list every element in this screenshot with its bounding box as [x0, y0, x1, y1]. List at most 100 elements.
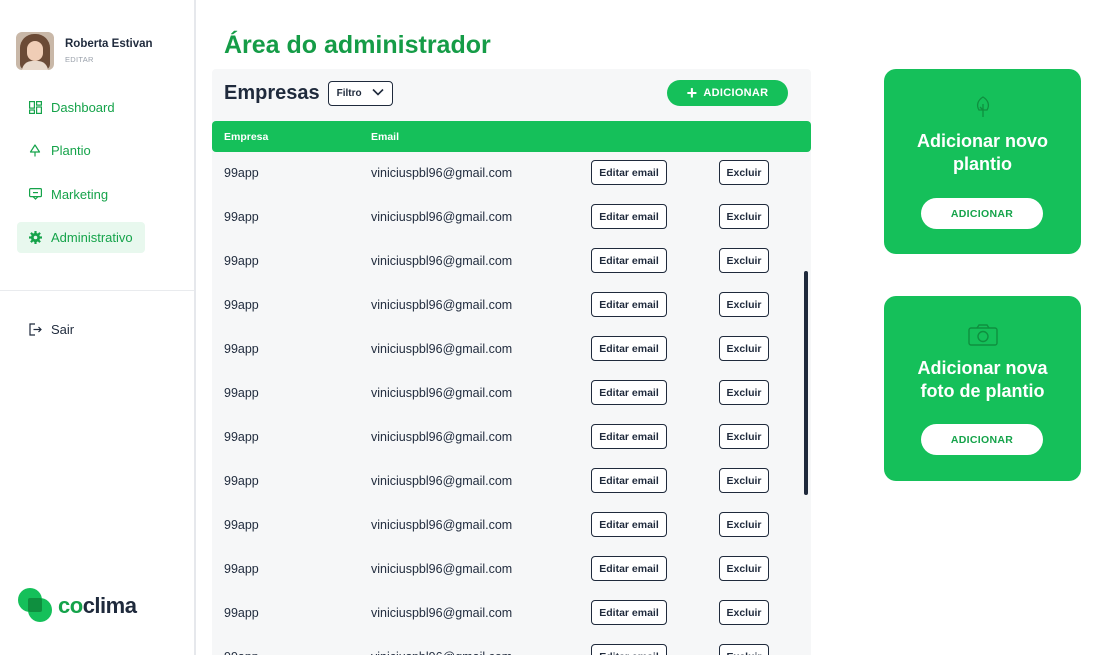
camera-icon	[967, 324, 998, 351]
sidebar: Roberta Estivan EDITAR Dashboard Plantio…	[0, 0, 196, 655]
sidebar-item-administrativo[interactable]: Administrativo	[17, 222, 145, 254]
cell-company: 99app	[224, 562, 259, 576]
table-body: 99app viniciuspbl96@gmail.com Editar email…	[212, 152, 811, 655]
edit-email-button[interactable]: Editar email	[591, 556, 667, 581]
table-row: 99app viniciuspbl96@gmail.com Editar email…	[212, 504, 811, 548]
edit-email-button[interactable]: Editar email	[591, 292, 667, 317]
cell-company: 99app	[224, 518, 259, 532]
sidebar-nav: Dashboard Plantio Marketing Administrati…	[17, 92, 145, 266]
gear-icon	[28, 231, 42, 245]
cell-company: 99app	[224, 210, 259, 224]
cell-email: viniciuspbl96@gmail.com	[371, 342, 513, 356]
card-title-line1: Adicionar novo	[916, 131, 1048, 151]
delete-button[interactable]: Excluir	[719, 380, 769, 405]
edit-email-button[interactable]: Editar email	[591, 336, 667, 361]
delete-button[interactable]: Excluir	[719, 336, 769, 361]
logout-label: Sair	[51, 322, 75, 337]
sidebar-item-label: Plantio	[51, 143, 91, 159]
delete-button[interactable]: Excluir	[719, 424, 769, 449]
add-company-button[interactable]: + ADICIONAR	[667, 80, 788, 106]
column-header-email: Email	[371, 131, 400, 143]
page-title: Área do administrador	[224, 31, 491, 59]
coclima-logo: coclima	[18, 588, 137, 624]
table-row: 99app viniciuspbl96@gmail.com Editar email…	[212, 548, 811, 592]
plus-icon: +	[686, 83, 698, 103]
sidebar-item-plantio[interactable]: Plantio	[17, 135, 145, 166]
cell-email: viniciuspbl96@gmail.com	[371, 518, 513, 532]
delete-button[interactable]: Excluir	[719, 468, 769, 493]
profile-name: Roberta Estivan	[65, 38, 153, 50]
cell-company: 99app	[224, 474, 259, 488]
table-scrollbar[interactable]	[804, 271, 808, 495]
sidebar-item-label: Dashboard	[51, 100, 115, 115]
logo-text-co: co	[58, 593, 83, 618]
table-row: 99app viniciuspbl96@gmail.com Editar email…	[212, 240, 811, 284]
delete-button[interactable]: Excluir	[719, 292, 769, 317]
table-row: 99app viniciuspbl96@gmail.com Editar email…	[212, 592, 811, 636]
companies-table-card: Empresas Filtro + ADICIONAR Empresa Emai…	[212, 69, 811, 655]
edit-email-button[interactable]: Editar email	[591, 380, 667, 405]
delete-button[interactable]: Excluir	[719, 248, 769, 273]
add-button-label: ADICIONAR	[703, 87, 769, 99]
cell-email: viniciuspbl96@gmail.com	[371, 474, 513, 488]
sidebar-item-label: Administrativo	[51, 230, 133, 246]
cell-company: 99app	[224, 430, 259, 444]
table-row: 99app viniciuspbl96@gmail.com Editar email…	[212, 284, 811, 328]
delete-button[interactable]: Excluir	[719, 512, 769, 537]
chevron-down-icon	[372, 88, 384, 99]
table-toolbar: Empresas Filtro	[224, 81, 393, 106]
sidebar-item-label: Marketing	[51, 186, 109, 202]
delete-button[interactable]: Excluir	[719, 644, 769, 655]
column-header-empresa: Empresa	[224, 131, 269, 143]
delete-button[interactable]: Excluir	[719, 160, 769, 185]
filter-label: Filtro	[336, 88, 362, 99]
edit-email-button[interactable]: Editar email	[591, 248, 667, 273]
logo-mark-icon	[18, 588, 54, 624]
cell-email: viniciuspbl96@gmail.com	[371, 650, 512, 655]
cell-company: 99app	[224, 166, 259, 180]
cell-company: 99app	[224, 606, 259, 620]
delete-button[interactable]: Excluir	[719, 204, 769, 229]
edit-profile-link[interactable]: EDITAR	[65, 55, 153, 64]
delete-button[interactable]: Excluir	[719, 556, 769, 581]
edit-email-button[interactable]: Editar email	[591, 160, 667, 185]
cell-company: 99app	[224, 342, 259, 356]
add-plantio-button[interactable]: ADICIONAR	[921, 198, 1043, 229]
cell-company: 99app	[224, 650, 259, 655]
cell-email: viniciuspbl96@gmail.com	[371, 298, 513, 312]
add-photo-button[interactable]: ADICIONAR	[921, 424, 1043, 455]
delete-button[interactable]: Excluir	[719, 600, 769, 625]
logout-button[interactable]: Sair	[28, 322, 74, 337]
cell-email: viniciuspbl96@gmail.com	[371, 254, 513, 268]
table-row: 99app viniciuspbl96@gmail.com Editar email…	[212, 460, 811, 504]
edit-email-button[interactable]: Editar email	[591, 512, 667, 537]
cell-email: viniciuspbl96@gmail.com	[371, 210, 513, 224]
logout-icon	[28, 323, 42, 337]
filter-dropdown[interactable]: Filtro	[327, 81, 393, 106]
cell-email: viniciuspbl96@gmail.com	[371, 562, 513, 576]
user-profile[interactable]: Roberta Estivan EDITAR	[16, 32, 153, 70]
table-row: 99app viniciuspbl96@gmail.com Editar email…	[212, 196, 811, 240]
table-row: 99app viniciuspbl96@gmail.com Editar email…	[212, 416, 811, 460]
add-plantio-card: Adicionar novo plantio ADICIONAR	[884, 69, 1081, 254]
edit-email-button[interactable]: Editar email	[591, 204, 667, 229]
table-row: 99app viniciuspbl96@gmail.com Editar email…	[212, 328, 811, 372]
sidebar-divider	[0, 290, 194, 291]
table-row: 99app viniciuspbl96@gmail.com Editar email…	[212, 636, 811, 655]
table-row: 99app viniciuspbl96@gmail.com Editar email…	[212, 152, 811, 196]
cell-email: viniciuspbl96@gmail.com	[371, 606, 513, 620]
edit-email-button[interactable]: Editar email	[591, 424, 667, 449]
edit-email-button[interactable]: Editar email	[591, 600, 667, 625]
tree-icon	[973, 96, 993, 123]
add-photo-card: Adicionar nova foto de plantio ADICIONAR	[884, 296, 1081, 481]
cell-email: viniciuspbl96@gmail.com	[371, 386, 513, 400]
edit-email-button[interactable]: Editar email	[591, 468, 667, 493]
tree-icon	[28, 144, 42, 158]
edit-email-button[interactable]: Editar email	[591, 644, 667, 655]
sidebar-item-dashboard[interactable]: Dashboard	[17, 92, 145, 123]
cell-email: viniciuspbl96@gmail.com	[371, 166, 513, 180]
sidebar-item-marketing[interactable]: Marketing	[17, 179, 145, 210]
card-title-line2: plantio	[953, 154, 1012, 174]
logo-text-clima: clima	[82, 593, 137, 618]
table-header: Empresa Email	[212, 121, 811, 152]
